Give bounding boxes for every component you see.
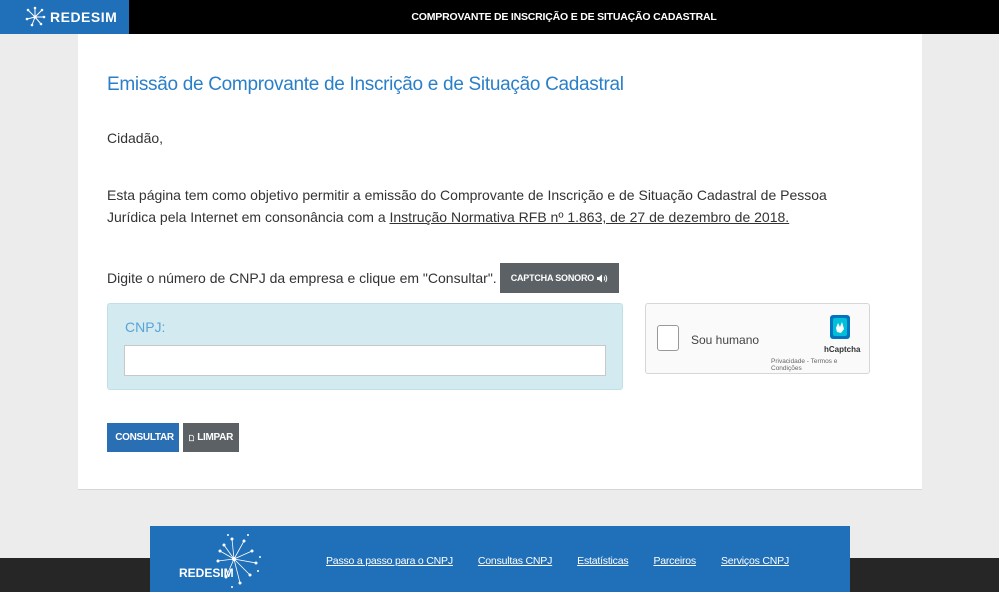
cnpj-prompt-row: Digite o número de CNPJ da empresa e cli… xyxy=(107,263,620,293)
limpar-button[interactable]: LIMPAR xyxy=(183,423,239,452)
footer-link-estatisticas[interactable]: Estatísticas xyxy=(577,555,628,567)
main-heading: Emissão de Comprovante de Inscrição e de… xyxy=(107,74,624,95)
cnpj-label: CNPJ: xyxy=(125,319,166,335)
redesim-footer-logo-icon xyxy=(216,534,261,588)
speaker-icon xyxy=(597,274,608,282)
footer-link-parceiros[interactable]: Parceiros xyxy=(653,555,696,567)
captcha-audio-label: CAPTCHA SONORO xyxy=(510,273,595,283)
brand-text: REDESIM xyxy=(50,9,118,25)
top-bar: REDESIM COMPROVANTE DE INSCRIÇÃO E DE SI… xyxy=(0,0,999,34)
hcaptcha-brand: hCaptcha xyxy=(824,345,861,354)
page-title: COMPROVANTE DE INSCRIÇÃO E DE SITUAÇÃO C… xyxy=(411,11,717,23)
cnpj-input[interactable] xyxy=(124,345,606,376)
greeting-text: Cidadão, xyxy=(107,130,164,146)
consultar-button[interactable]: CONSULTAR xyxy=(107,423,179,452)
cnpj-panel: CNPJ: xyxy=(107,303,623,390)
redesim-logo[interactable]: REDESIM xyxy=(0,0,129,34)
footer-link-servicos[interactable]: Serviços CNPJ xyxy=(721,555,789,567)
captcha-audio-button[interactable]: CAPTCHA SONORO xyxy=(499,263,620,293)
consultar-label: CONSULTAR xyxy=(115,432,174,443)
redesim-logo-icon xyxy=(25,6,46,27)
description-text: Esta página tem como objetivo permitir a… xyxy=(107,184,867,228)
human-checkbox-label: Sou humano xyxy=(691,333,760,347)
footer-brand: REDESIM xyxy=(179,566,234,580)
human-checkbox[interactable] xyxy=(657,325,679,351)
hcaptcha-logo-icon xyxy=(830,315,850,339)
hcaptcha-widget: Sou humano hCaptcha Privacidade - Termos… xyxy=(645,303,870,374)
footer-link-passo-a-passo[interactable]: Passo a passo para o CNPJ xyxy=(326,555,453,567)
footer-links: Passo a passo para o CNPJ Consultas CNPJ… xyxy=(326,555,789,567)
main-card: Emissão de Comprovante de Inscrição e de… xyxy=(78,34,922,490)
hcaptcha-links[interactable]: Privacidade - Termos e Condições xyxy=(771,358,869,372)
limpar-label: LIMPAR xyxy=(197,432,233,443)
footer-link-consultas[interactable]: Consultas CNPJ xyxy=(478,555,552,567)
footer: REDESIM Passo a passo para o CNPJ Consul… xyxy=(150,526,850,592)
cnpj-prompt-text: Digite o número de CNPJ da empresa e cli… xyxy=(107,270,497,286)
instrucao-normativa-link[interactable]: Instrução Normativa RFB nº 1.863, de 27 … xyxy=(390,209,790,225)
document-icon xyxy=(189,434,195,441)
